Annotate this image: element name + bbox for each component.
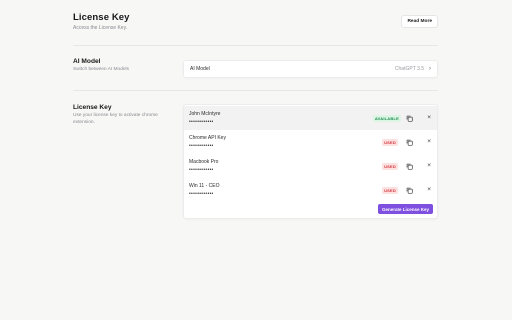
license-section-title: License Key (73, 104, 112, 111)
key-name: Chrome API Key (189, 135, 226, 141)
copy-icon[interactable] (406, 163, 413, 170)
ai-model-value: ChatGPT 3.5 (394, 66, 424, 72)
license-key-list: John McIntyre •••••••••••• AVAILABLE × C… (183, 104, 438, 219)
copy-icon[interactable] (406, 115, 413, 122)
copy-icon[interactable] (406, 139, 413, 146)
key-masked-value: •••••••••••• (189, 191, 214, 197)
divider (73, 45, 438, 46)
key-masked-value: •••••••••••• (189, 143, 214, 149)
read-more-button[interactable]: Read More (401, 15, 438, 28)
page-subtitle: Access the License Key. (73, 25, 128, 31)
close-icon[interactable]: × (427, 138, 431, 146)
copy-icon[interactable] (406, 187, 413, 194)
status-badge: USED (382, 163, 398, 170)
license-key-row[interactable]: Win 11 - CEO •••••••••••• USED × (184, 178, 437, 202)
key-masked-value: •••••••••••• (189, 119, 214, 125)
status-badge: AVAILABLE (372, 115, 401, 122)
license-key-row[interactable]: John McIntyre •••••••••••• AVAILABLE × (184, 106, 437, 130)
key-masked-value: •••••••••••• (189, 167, 214, 173)
settings-page: License Key Access the License Key. Read… (73, 0, 438, 320)
status-badge: USED (382, 139, 398, 146)
key-name: John McIntyre (189, 111, 221, 117)
divider (73, 90, 438, 91)
license-key-row[interactable]: Macbook Pro •••••••••••• USED × (184, 154, 437, 178)
page-title: License Key (73, 12, 130, 23)
ai-model-section-title: AI Model (73, 58, 101, 65)
ai-model-select[interactable]: AI Model ChatGPT 3.5 › (183, 60, 438, 78)
chevron-right-icon: › (429, 66, 431, 72)
license-section-description: Use your license key to activate chrome … (73, 113, 158, 125)
ai-model-section-description: Switch between AI Models (73, 67, 129, 72)
ai-model-label: AI Model (190, 66, 210, 72)
generate-license-key-button[interactable]: Generate License Key (377, 204, 433, 214)
license-key-row[interactable]: Chrome API Key •••••••••••• USED × (184, 130, 437, 154)
key-name: Macbook Pro (189, 159, 219, 165)
close-icon[interactable]: × (427, 114, 431, 122)
close-icon[interactable]: × (427, 162, 431, 170)
close-icon[interactable]: × (427, 186, 431, 194)
page-header: License Key Access the License Key. Read… (73, 12, 438, 36)
key-name: Win 11 - CEO (189, 183, 220, 189)
status-badge: USED (382, 187, 398, 194)
